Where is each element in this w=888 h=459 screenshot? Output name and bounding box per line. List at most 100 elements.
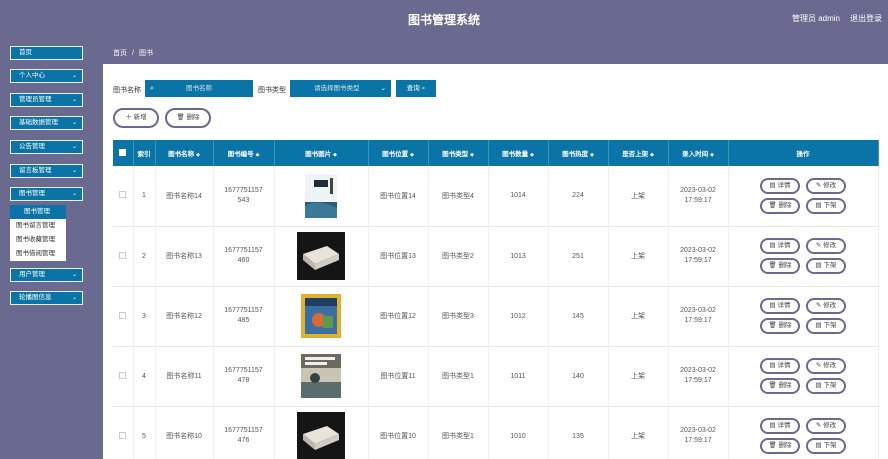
row-delete-button[interactable]: 🗑 删除 <box>760 378 800 394</box>
sidebar-item-personal-center[interactable]: 个人中心 ⌄ <box>10 69 83 83</box>
cell-time: 2023-03-02 17:59:17 <box>668 286 729 347</box>
unlist-button[interactable]: ▤ 下架 <box>806 378 846 394</box>
submenu-item-book-borrowing[interactable]: 图书借阅管理 <box>10 247 66 261</box>
column-header-hot[interactable]: 图书热度 ◆ <box>548 140 609 166</box>
sort-icon[interactable]: ◆ <box>710 152 714 158</box>
sort-icon[interactable]: ◆ <box>470 152 474 158</box>
row-delete-button[interactable]: 🗑 删除 <box>760 197 800 214</box>
detail-button[interactable]: ▤ 详情 <box>760 418 800 434</box>
trash-icon: 🗑 <box>768 262 777 269</box>
table-row: 3 图书名称12 1677751157485 图书位置12 图书类型3 1012 145 上架… <box>113 286 879 347</box>
edit-button[interactable]: ✎ 修改 <box>806 238 846 254</box>
unlist-button[interactable]: ▤ 下架 <box>806 197 846 214</box>
row-select-cell[interactable] <box>113 406 134 459</box>
detail-button[interactable]: ▤ 详情 <box>760 177 800 194</box>
unlist-icon: ▤ <box>815 442 822 449</box>
row-delete-button[interactable]: 🗑 删除 <box>760 258 800 274</box>
cell-hot: 251 <box>548 226 609 287</box>
edit-icon: ✎ <box>815 302 822 309</box>
sidebar-item-message-board[interactable]: 留言板管理 ⌄ <box>10 164 83 178</box>
row-checkbox[interactable] <box>119 191 127 199</box>
submenu-item-book-favorites[interactable]: 图书收藏管理 <box>10 233 66 247</box>
submenu-item-book-management[interactable]: 图书管理 <box>10 205 66 219</box>
sort-icon[interactable]: ◆ <box>590 152 594 158</box>
sidebar-item-admin-management[interactable]: 管理员管理 ⌄ <box>10 93 83 107</box>
column-header-image[interactable]: 图书图片 ◆ <box>274 140 369 166</box>
delete-button[interactable]: 🗑 删除 <box>165 108 211 128</box>
row-delete-button-label: 删除 <box>778 322 792 329</box>
logout-link[interactable]: 退出登录 <box>850 13 882 24</box>
breadcrumb-home[interactable]: 首页 <box>113 50 127 57</box>
sort-icon[interactable]: ◆ <box>650 152 654 158</box>
book-type-select[interactable]: 请选择图书类型 ⌄ <box>290 80 391 97</box>
cell-code: 1677751157543 <box>213 166 275 227</box>
book-name-placeholder: 图书名称 <box>186 85 212 92</box>
row-delete-button[interactable]: 🗑 删除 <box>760 318 800 334</box>
row-select-cell[interactable] <box>113 166 134 227</box>
row-select-cell[interactable] <box>113 286 134 347</box>
select-all-cell[interactable] <box>113 140 134 166</box>
cell-type: 图书类型3 <box>428 286 489 347</box>
breadcrumb-current: 图书 <box>138 50 153 57</box>
unlist-button-label: 下架 <box>823 262 837 269</box>
sidebar-item-books[interactable]: 图书管理 ⌄ <box>10 187 83 201</box>
row-checkbox[interactable] <box>119 251 127 259</box>
edit-button[interactable]: ✎ 修改 <box>806 298 846 314</box>
cell-hot: 224 <box>548 166 609 227</box>
unlist-button[interactable]: ▤ 下架 <box>806 438 846 454</box>
sidebar-item-label: 公告管理 <box>19 143 45 150</box>
book-cover-image <box>297 172 345 220</box>
column-header-index: 索引 <box>133 140 156 166</box>
detail-button[interactable]: ▤ 详情 <box>760 238 800 254</box>
detail-button[interactable]: ▤ 详情 <box>760 298 800 314</box>
query-button[interactable]: 查询 ⌕ <box>396 80 436 97</box>
edit-button[interactable]: ✎ 修改 <box>806 358 846 374</box>
sort-icon[interactable]: ◆ <box>256 152 260 158</box>
column-header-status[interactable]: 是否上架 ◆ <box>608 140 669 166</box>
column-header-type[interactable]: 图书类型 ◆ <box>428 140 489 166</box>
breadcrumb: 首页 / 图书 <box>103 44 888 64</box>
sidebar-item-base-data[interactable]: 基础数据管理 ⌄ <box>10 116 83 130</box>
cell-location: 图书位置12 <box>368 286 429 347</box>
unlist-button[interactable]: ▤ 下架 <box>806 318 846 334</box>
edit-button[interactable]: ✎ 修改 <box>806 418 846 434</box>
row-select-cell[interactable] <box>113 226 134 287</box>
row-delete-button[interactable]: 🗑 删除 <box>760 438 800 454</box>
column-header-name[interactable]: 图书名称 ◆ <box>155 140 214 166</box>
column-header-time[interactable]: 录入时间 ◆ <box>668 140 729 166</box>
column-header-label: 图书图片 <box>305 151 332 158</box>
row-select-cell[interactable] <box>113 346 134 407</box>
book-name-input[interactable]: ⌕ 图书名称 <box>145 80 253 97</box>
cell-name: 图书名称13 <box>155 226 214 287</box>
sidebar-item-home[interactable]: 首页 <box>10 46 83 60</box>
cell-location: 图书位置11 <box>368 346 429 407</box>
cell-time: 2023-03-02 17:59:17 <box>668 346 729 407</box>
column-header-location[interactable]: 图书位置 ◆ <box>368 140 429 166</box>
add-button[interactable]: ＋ 新增 <box>113 108 159 128</box>
sort-icon[interactable]: ◆ <box>410 152 414 158</box>
row-checkbox[interactable] <box>119 311 127 319</box>
cell-name: 图书名称14 <box>155 166 214 227</box>
sidebar-item-announcements[interactable]: 公告管理 ⌄ <box>10 140 83 154</box>
sort-icon[interactable]: ◆ <box>333 152 337 158</box>
unlist-button-label: 下架 <box>823 201 837 209</box>
cell-index: 3 <box>133 286 156 347</box>
breadcrumb-separator: / <box>132 50 134 57</box>
edit-button[interactable]: ✎ 修改 <box>806 177 846 194</box>
sidebar-item-users[interactable]: 用户管理 ⌄ <box>10 268 83 282</box>
cell-image <box>274 406 369 459</box>
row-checkbox[interactable] <box>119 371 127 379</box>
select-all-checkbox[interactable] <box>119 148 127 156</box>
column-header-code[interactable]: 图书编号 ◆ <box>213 140 275 166</box>
edit-icon: ✎ <box>815 422 822 429</box>
sort-icon[interactable]: ◆ <box>196 152 200 158</box>
sort-icon[interactable]: ◆ <box>530 152 534 158</box>
cell-image <box>274 286 369 347</box>
sidebar-item-carousel[interactable]: 轮播图信息 ⌄ <box>10 291 83 305</box>
column-header-count[interactable]: 图书数量 ◆ <box>488 140 549 166</box>
unlist-button[interactable]: ▤ 下架 <box>806 258 846 274</box>
row-checkbox[interactable] <box>119 431 127 439</box>
chevron-down-icon: ⌄ <box>71 97 77 103</box>
submenu-item-book-comments[interactable]: 图书留言管理 <box>10 219 66 233</box>
detail-button[interactable]: ▤ 详情 <box>760 358 800 374</box>
